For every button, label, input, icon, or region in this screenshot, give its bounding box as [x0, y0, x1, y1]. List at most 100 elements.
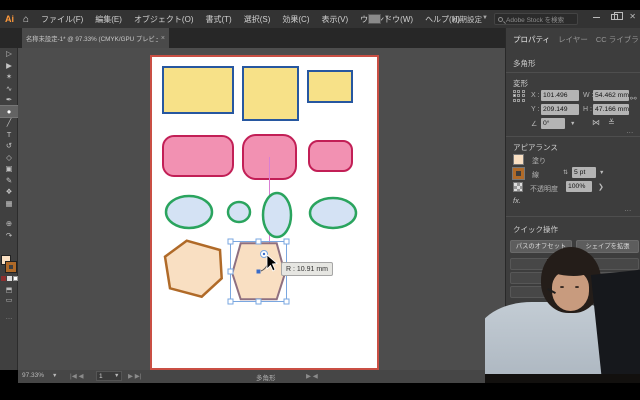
lasso-tool[interactable]: ∿: [0, 83, 18, 95]
opacity-icon[interactable]: [513, 182, 523, 192]
magic-wand-tool[interactable]: ✶: [0, 71, 18, 83]
shaper-tool[interactable]: ❖: [0, 186, 18, 198]
handle-top-right[interactable]: [283, 238, 290, 245]
opacity-value-field[interactable]: 100%: [566, 181, 592, 192]
ellipse-vertical[interactable]: [261, 191, 293, 239]
handle-top-left[interactable]: [227, 238, 234, 245]
chevron-down-icon: ▼: [114, 373, 120, 379]
menu-view[interactable]: 表示(V): [316, 14, 355, 25]
measurement-tooltip: R : 10.91 mm: [281, 262, 334, 276]
stroke-weight-stepper-icon[interactable]: ⇅: [563, 169, 568, 176]
y-label: Y :: [531, 106, 540, 113]
next-last-artboard-icons[interactable]: ▶ ▶|: [128, 372, 142, 380]
drawing-mode-icons[interactable]: ⬒ ▭: [0, 286, 18, 306]
menu-select[interactable]: 選択(S): [238, 14, 277, 25]
hand-tool[interactable]: ↷: [0, 230, 18, 242]
h-value-field[interactable]: 47.166 mm: [593, 104, 629, 115]
ellipse-circle[interactable]: [226, 200, 252, 224]
chevron-right-icon[interactable]: ❯: [598, 183, 604, 191]
y-value-field[interactable]: 209.149: [541, 104, 579, 115]
reference-point-icon[interactable]: [513, 90, 526, 103]
tab-layers[interactable]: レイヤー: [558, 34, 588, 45]
fill-color-swatch[interactable]: [513, 154, 524, 165]
chevron-down-icon[interactable]: ▼: [599, 170, 604, 176]
close-tab-icon[interactable]: ×: [161, 35, 165, 42]
toolbar-more-icon[interactable]: …: [0, 314, 18, 321]
fx-button[interactable]: fx.: [513, 196, 521, 205]
scale-tool[interactable]: ◇: [0, 152, 18, 164]
yellow-rectangle-1[interactable]: [162, 66, 234, 114]
artboard-tool[interactable]: ▦: [0, 198, 18, 210]
stroke-weight-field[interactable]: 5 pt: [572, 167, 596, 178]
pen-tool[interactable]: ✒: [0, 94, 18, 106]
opacity-label: 不透明度: [530, 186, 558, 193]
pencil-tool[interactable]: ✎: [0, 175, 18, 187]
menu-bar: Ai ⌂ ファイル(F) 編集(E) オブジェクト(O) 書式(T) 選択(S)…: [0, 10, 640, 28]
presenter-face: [552, 271, 589, 311]
ellipse-2[interactable]: [308, 196, 358, 230]
document-tab[interactable]: 名称未設定-1* @ 97.33% (CMYK/GPU プレビュー) ×: [22, 28, 169, 48]
menu-file[interactable]: ファイル(F): [35, 14, 89, 25]
type-tool[interactable]: T: [0, 129, 18, 141]
handle-bottom-left[interactable]: [227, 298, 234, 305]
stroke-swatch[interactable]: [5, 261, 17, 273]
flip-vertical-icon[interactable]: ≚: [608, 118, 615, 127]
tab-properties[interactable]: プロパティ: [513, 34, 550, 45]
ellipse-1[interactable]: [164, 194, 214, 230]
handle-bottom-center[interactable]: [255, 298, 262, 305]
restore-icon[interactable]: [611, 12, 624, 20]
shape-tool[interactable]: ●: [0, 104, 19, 118]
handle-top-center[interactable]: [255, 238, 262, 245]
rotate-angle-icon: ∠: [531, 121, 538, 128]
w-label: W :: [583, 92, 594, 99]
hexagon-rotated[interactable]: [163, 239, 223, 299]
stroke-color-swatch[interactable]: [512, 167, 525, 180]
gradient-button[interactable]: [7, 276, 12, 281]
handle-bottom-right[interactable]: [283, 298, 290, 305]
yellow-rectangle-3[interactable]: [307, 70, 353, 103]
width-tool[interactable]: ▣: [0, 163, 18, 175]
illustrator-window: Ai ⌂ ファイル(F) 編集(E) オブジェクト(O) 書式(T) 選択(S)…: [0, 0, 640, 400]
tab-cc-libraries[interactable]: CC ライブラリ: [596, 34, 640, 45]
flip-horizontal-icon[interactable]: ⋈: [592, 118, 600, 127]
menu-effect[interactable]: 効果(C): [276, 14, 315, 25]
line-segment-tool[interactable]: ╱: [0, 117, 18, 129]
workspace-preset-button[interactable]: 初期設定: [452, 14, 482, 25]
selection-center-point[interactable]: [256, 269, 261, 274]
rotate-tool[interactable]: ↺: [0, 140, 18, 152]
zoom-level-field[interactable]: 97.33%: [22, 372, 44, 379]
color-button[interactable]: [1, 276, 6, 281]
pink-rounded-rect-3[interactable]: [308, 140, 353, 172]
close-icon[interactable]: ✕: [629, 13, 636, 21]
home-icon[interactable]: ⌂: [23, 14, 29, 25]
x-value-field[interactable]: 101.496: [541, 90, 579, 101]
transform-header: 変形: [513, 79, 528, 88]
angle-field[interactable]: 0°: [541, 118, 565, 129]
zoom-tool[interactable]: ⊕: [0, 218, 18, 230]
status-hint: 多角形: [256, 375, 276, 382]
direct-selection-tool[interactable]: ▶: [0, 60, 18, 72]
panel-tabs: プロパティ レイヤー CC ライブラリ: [506, 34, 640, 45]
w-value-field[interactable]: 54.462 mm: [593, 90, 629, 101]
minimize-icon[interactable]: [593, 16, 601, 18]
menu-edit[interactable]: 編集(E): [89, 14, 128, 25]
canvas-area[interactable]: R : 10.91 mm: [18, 48, 505, 370]
search-placeholder: Adobe Stock を検索: [506, 17, 565, 24]
transform-more-icon[interactable]: …: [626, 126, 634, 135]
window-controls: ✕: [593, 12, 636, 21]
color-mode-row: [1, 276, 18, 281]
yellow-rectangle-2[interactable]: [242, 66, 299, 121]
chevron-down-icon[interactable]: ▼: [570, 121, 575, 127]
selection-tool[interactable]: ▷: [0, 48, 18, 60]
first-previous-artboard-icons[interactable]: |◀ ◀: [70, 372, 84, 380]
pink-rounded-rect-1[interactable]: [162, 135, 234, 177]
stock-search-input[interactable]: Adobe Stock を検索: [494, 13, 578, 25]
link-dimensions-icon[interactable]: ⚯: [630, 94, 637, 103]
handle-middle-left[interactable]: [227, 268, 234, 275]
tools-panel: ▷ ▶ ✶ ∿ ✒ ● ╱ T ↺ ◇ ▣ ✎ ❖ ▦ ⊕ ↷ ⬒ ▭ …: [0, 48, 19, 370]
menu-type[interactable]: 書式(T): [200, 14, 238, 25]
menu-object[interactable]: オブジェクト(O): [128, 14, 200, 25]
status-divider-icons: ▶ ◀: [306, 373, 318, 380]
workspace-switcher-icon[interactable]: [368, 14, 381, 24]
appearance-more-icon[interactable]: …: [624, 204, 632, 213]
